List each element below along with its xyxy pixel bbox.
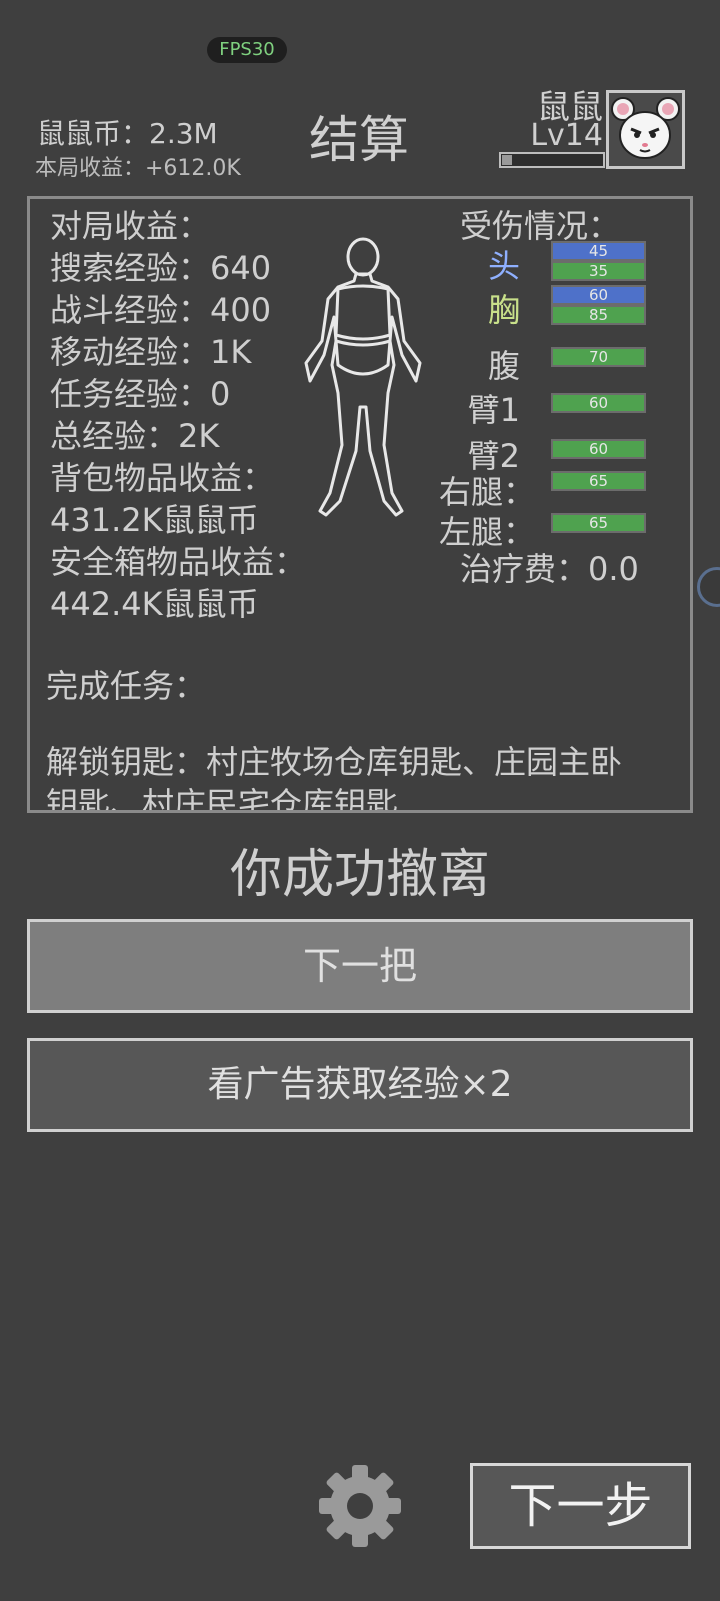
player-level: Lv14	[530, 118, 603, 153]
tasks-label: 完成任务：	[46, 667, 207, 705]
fps-counter: FPS30	[207, 37, 287, 63]
watch-ad-double-xp-button[interactable]: 看广告获取经验×2	[27, 1038, 693, 1132]
stat-line: 搜索经验：640	[50, 249, 272, 287]
keys-line: 钥匙、村庄民宅仓库钥匙	[46, 785, 399, 813]
body-part-label: 臂1	[467, 391, 520, 429]
body-silhouette-icon	[304, 237, 422, 517]
body-part-label: 胸	[487, 291, 520, 329]
mouse-avatar-icon	[611, 97, 680, 159]
page-title: 结算	[309, 111, 409, 169]
stat-line: 移动经验：1K	[50, 333, 252, 371]
body-part-label: 腹	[487, 347, 520, 385]
armor-durability-bar: 60	[551, 285, 646, 305]
keys-line: 解锁钥匙：村庄牧场仓库钥匙、庄园主卧	[46, 743, 623, 781]
settings-button[interactable]	[317, 1463, 403, 1549]
stat-line: 总经验：2K	[50, 417, 220, 455]
next-round-button[interactable]: 下一把	[27, 919, 693, 1013]
stat-line: 战斗经验：400	[50, 291, 272, 329]
income-title: 对局收益：	[50, 207, 211, 245]
health-bar: 60	[551, 439, 646, 459]
stat-line: 背包物品收益：	[50, 459, 275, 497]
xp-progress-fill	[502, 155, 513, 165]
settlement-panel[interactable]: 对局收益： 搜索经验：640 战斗经验：400 移动经验：1K 任务经验：0 总…	[27, 196, 693, 813]
round-income: 本局收益：+612.0K	[35, 156, 241, 181]
health-bar: 60	[551, 393, 646, 413]
health-bar: 65	[551, 513, 646, 533]
body-part-label: 头	[487, 247, 520, 285]
stat-line: 442.4K鼠鼠币	[50, 585, 259, 623]
gear-icon	[319, 1465, 401, 1547]
stat-line: 任务经验：0	[50, 375, 231, 413]
next-step-button[interactable]: 下一步	[470, 1463, 691, 1549]
avatar[interactable]	[606, 90, 685, 169]
floating-edge-handle[interactable]	[697, 567, 720, 607]
health-bar: 35	[551, 261, 646, 281]
stat-line: 431.2K鼠鼠币	[50, 501, 259, 539]
health-bar: 85	[551, 305, 646, 325]
stat-line: 安全箱物品收益：	[50, 543, 307, 581]
extraction-result: 你成功撤离	[229, 845, 490, 905]
coin-balance: 鼠鼠币：2.3M	[37, 117, 218, 150]
health-bar: 65	[551, 471, 646, 491]
xp-progress-bar	[499, 152, 605, 168]
health-bar: 70	[551, 347, 646, 367]
armor-durability-bar: 45	[551, 241, 646, 261]
healing-fee: 治疗费：0.0	[460, 550, 639, 588]
